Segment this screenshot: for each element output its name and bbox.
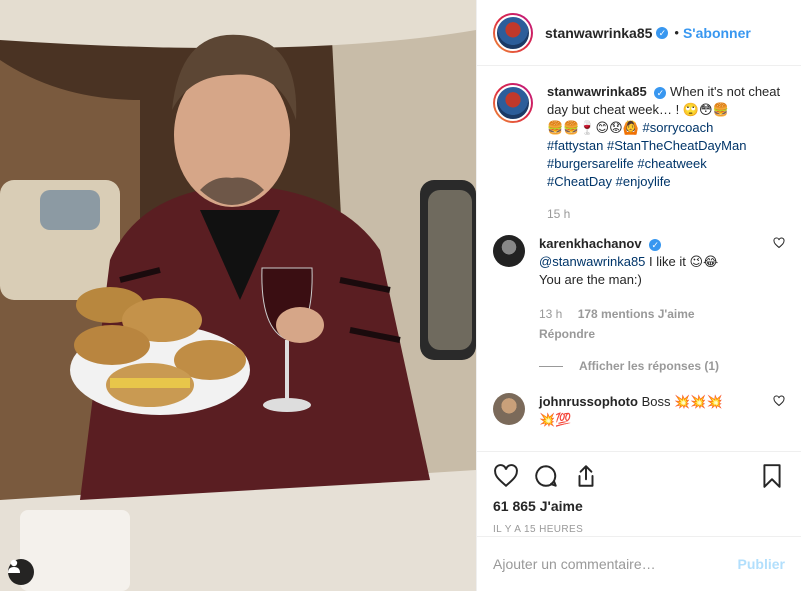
comment-text: Boss 💥💥💥 (641, 394, 723, 409)
user-tag-icon (8, 559, 20, 573)
caption: stanwawrinka85 ✓ When it's not cheat day… (493, 83, 785, 223)
comment-likes[interactable]: 178 mentions J'aime (578, 307, 695, 321)
comment-text: You are the man:) (539, 272, 642, 287)
post-photo[interactable] (0, 0, 476, 591)
commenter-avatar[interactable] (493, 393, 525, 425)
header-separator: • (674, 25, 679, 40)
share-icon[interactable] (573, 463, 599, 489)
comment-icon[interactable] (533, 463, 559, 489)
comment-text: I like it 😉😂 (645, 254, 719, 269)
post-timestamp[interactable]: IL Y A 15 HEURES (493, 524, 785, 535)
comment-like-icon[interactable] (773, 395, 785, 407)
verified-icon: ✓ (656, 26, 669, 39)
hashtag[interactable]: #CheatDay (547, 174, 612, 189)
author-username[interactable]: stanwawrinka85 (545, 25, 652, 41)
heart-icon[interactable] (493, 463, 519, 489)
hashtag[interactable]: #StanTheCheatDayMan (607, 138, 746, 153)
post-actions: 61 865 J'aime IL Y A 15 HEURES (477, 451, 801, 535)
comment-composer: Publier (477, 536, 801, 591)
hashtag[interactable]: #cheatweek (637, 156, 706, 171)
commenter-avatar[interactable] (493, 235, 525, 267)
follow-button[interactable]: S'abonner (683, 25, 751, 41)
verified-icon: ✓ (649, 238, 662, 251)
hashtag[interactable]: #enjoylife (616, 174, 671, 189)
caption-author-avatar[interactable] (493, 83, 533, 123)
hashtag[interactable]: #sorrycoach (642, 120, 713, 135)
hashtag[interactable]: #fattystan (547, 138, 603, 153)
view-replies-label: Afficher les réponses (1) (579, 359, 720, 373)
caption-emojis: 🍔🍔🍷😊😟🙆 (547, 120, 639, 135)
comment-input[interactable] (493, 556, 738, 572)
verified-icon: ✓ (654, 86, 667, 99)
caption-author[interactable]: stanwawrinka85 (547, 84, 647, 99)
bookmark-icon[interactable] (759, 463, 785, 489)
reply-button[interactable]: Répondre (539, 327, 595, 341)
replies-divider (539, 365, 563, 367)
comments-list[interactable]: stanwawrinka85 ✓ When it's not cheat day… (477, 67, 801, 451)
author-avatar[interactable] (493, 12, 533, 53)
comment-text: 💥💯 (539, 412, 572, 427)
comment-item: johnrussophoto Boss 💥💥💥 💥💯 (493, 393, 785, 429)
comment-like-icon[interactable] (773, 237, 785, 249)
comment-item: karenkhachanov ✓ @stanwawrinka85 I like … (493, 235, 785, 375)
likes-count[interactable]: 61 865 J'aime (493, 498, 785, 514)
post-header: stanwawrinka85 ✓ • S'abonner (477, 0, 801, 66)
mention-link[interactable]: @stanwawrinka85 (539, 254, 645, 269)
post-side-panel: stanwawrinka85 ✓ • S'abonner stanwawrink… (476, 0, 801, 591)
publish-button[interactable]: Publier (738, 556, 785, 572)
commenter-username[interactable]: johnrussophoto (539, 394, 638, 409)
caption-time[interactable]: 15 h (547, 207, 570, 221)
user-tag-button[interactable] (8, 559, 34, 585)
hashtag[interactable]: #burgersarelife (547, 156, 634, 171)
view-replies-button[interactable]: Afficher les réponses (1) (539, 357, 763, 375)
photo-illustration (0, 0, 476, 591)
comment-time[interactable]: 13 h (539, 307, 562, 321)
commenter-username[interactable]: karenkhachanov (539, 236, 642, 251)
